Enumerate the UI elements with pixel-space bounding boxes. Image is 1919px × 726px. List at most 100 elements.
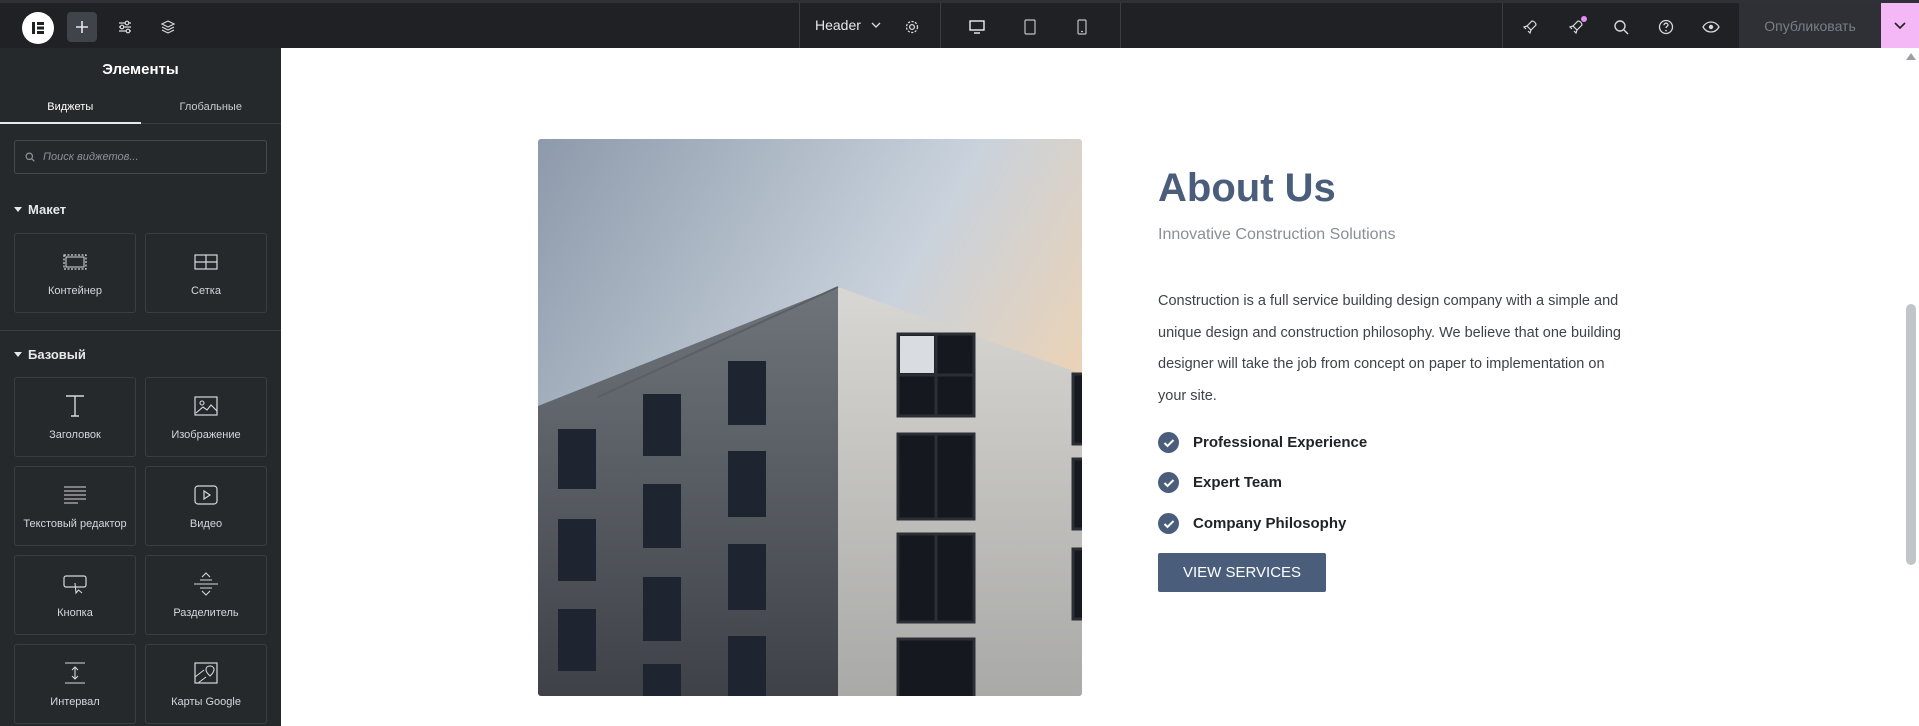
document-selector[interactable]: Header: [815, 17, 881, 33]
chevron-down-icon: [871, 22, 881, 28]
desktop-icon: [969, 20, 985, 34]
widget-video[interactable]: Видео: [145, 466, 267, 546]
building-image: [538, 139, 1082, 696]
section-separator: [0, 330, 281, 331]
section-title: Макет: [28, 202, 67, 217]
chevron-down-icon: [1894, 21, 1906, 29]
check-circle-icon: [1158, 513, 1179, 534]
search-button[interactable]: [1606, 12, 1636, 42]
plus-icon: [76, 21, 88, 33]
widget-divider[interactable]: Разделитель: [145, 555, 267, 635]
launchpad-button[interactable]: [1515, 12, 1545, 42]
feature-item[interactable]: Expert Team: [1158, 472, 1282, 493]
spacer-icon: [65, 662, 85, 684]
body-line: Construction is a full service building …: [1158, 293, 1619, 309]
map-icon: [194, 662, 218, 684]
widget-label: Текстовый редактор: [23, 518, 127, 530]
building-photo[interactable]: [538, 139, 1082, 696]
panel-title: Элементы: [102, 60, 179, 78]
mobile-icon: [1077, 19, 1087, 35]
about-subtitle[interactable]: Innovative Construction Solutions: [1158, 226, 1395, 244]
button-icon: [63, 575, 87, 595]
desktop-view-button[interactable]: [952, 12, 1002, 51]
rocket-icon: [1522, 20, 1537, 35]
publish-button[interactable]: Опубликовать: [1739, 3, 1881, 48]
widget-label: Кнопка: [57, 607, 93, 619]
text-editor-icon: [64, 486, 86, 504]
about-body-text[interactable]: Construction is a full service building …: [1158, 286, 1658, 412]
editor-canvas: About Us Innovative Construction Solutio…: [281, 48, 1919, 726]
widget-grid[interactable]: Сетка: [145, 233, 267, 313]
help-button[interactable]: [1651, 12, 1681, 42]
whats-new-button[interactable]: [1561, 12, 1591, 42]
elements-panel: Элементы Виджеты Глобальные Поиск виджет…: [0, 48, 281, 726]
search-icon: [25, 152, 35, 162]
widget-image[interactable]: Изображение: [145, 377, 267, 457]
widget-search-input[interactable]: Поиск виджетов...: [14, 140, 267, 174]
body-line: unique design and construction philosoph…: [1158, 324, 1621, 341]
gear-icon: [905, 20, 919, 34]
tablet-icon: [1024, 19, 1036, 35]
add-element-button[interactable]: [67, 12, 97, 42]
widget-spacer[interactable]: Интервал: [14, 644, 136, 724]
feature-item[interactable]: Company Philosophy: [1158, 513, 1346, 534]
tab-widgets[interactable]: Виджеты: [0, 90, 141, 124]
scrollbar-thumb[interactable]: [1906, 304, 1916, 565]
divider: [1120, 3, 1121, 48]
image-icon: [194, 396, 218, 416]
layers-icon: [160, 20, 176, 34]
widget-label: Заголовок: [49, 429, 101, 441]
divider: [799, 3, 800, 48]
widget-container[interactable]: Контейнер: [14, 233, 136, 313]
section-title: Базовый: [28, 347, 86, 362]
publish-options-button[interactable]: [1881, 3, 1919, 48]
widget-label: Сетка: [191, 285, 221, 297]
preview-button[interactable]: [1696, 12, 1726, 42]
about-title[interactable]: About Us: [1158, 166, 1336, 211]
search-placeholder: Поиск виджетов...: [43, 151, 139, 163]
top-bar: Header Опубликовать: [0, 0, 1919, 51]
widget-heading[interactable]: Заголовок: [14, 377, 136, 457]
widget-label: Разделитель: [173, 607, 239, 619]
tablet-view-button[interactable]: [1015, 12, 1045, 42]
feature-label: Company Philosophy: [1193, 515, 1347, 532]
feature-label: Professional Experience: [1193, 434, 1368, 451]
widget-label: Интервал: [50, 696, 100, 708]
divider: [940, 3, 941, 48]
page-settings-button[interactable]: [897, 12, 927, 42]
caret-down-icon: [14, 207, 22, 212]
widget-label: Контейнер: [47, 285, 103, 297]
scroll-up-arrow-icon[interactable]: [1906, 53, 1916, 60]
section-layout-toggle[interactable]: Макет: [14, 202, 66, 217]
widget-label: Карты Google: [171, 696, 241, 708]
feature-item[interactable]: Professional Experience: [1158, 432, 1367, 453]
heading-icon: [66, 395, 84, 417]
help-icon: [1658, 19, 1674, 35]
elementor-logo-icon[interactable]: [22, 12, 54, 44]
view-services-button[interactable]: VIEW SERVICES: [1158, 553, 1326, 592]
section-basic-toggle[interactable]: Базовый: [14, 347, 86, 362]
site-settings-button[interactable]: [110, 12, 140, 42]
widget-text-editor[interactable]: Текстовый редактор: [14, 466, 136, 546]
check-circle-icon: [1158, 472, 1179, 493]
divider: [1502, 3, 1503, 48]
structure-button[interactable]: [153, 12, 183, 42]
tab-globals[interactable]: Глобальные: [141, 90, 282, 123]
caret-down-icon: [14, 352, 22, 357]
document-name: Header: [815, 17, 861, 33]
search-icon: [1614, 20, 1629, 35]
feature-label: Expert Team: [1193, 474, 1282, 491]
body-line: your site.: [1158, 387, 1217, 404]
video-icon: [194, 485, 218, 505]
eye-icon: [1702, 21, 1720, 33]
panel-tabs: Виджеты Глобальные: [0, 90, 281, 124]
mobile-view-button[interactable]: [1067, 12, 1097, 42]
widget-label: Видео: [189, 518, 223, 530]
notification-dot: [1581, 16, 1587, 22]
check-circle-icon: [1158, 432, 1179, 453]
widget-google-maps[interactable]: Карты Google: [145, 644, 267, 724]
widget-button[interactable]: Кнопка: [14, 555, 136, 635]
body-line: designer will take the job from concept …: [1158, 356, 1605, 372]
container-icon: [63, 254, 87, 270]
widget-label: Изображение: [171, 429, 241, 441]
